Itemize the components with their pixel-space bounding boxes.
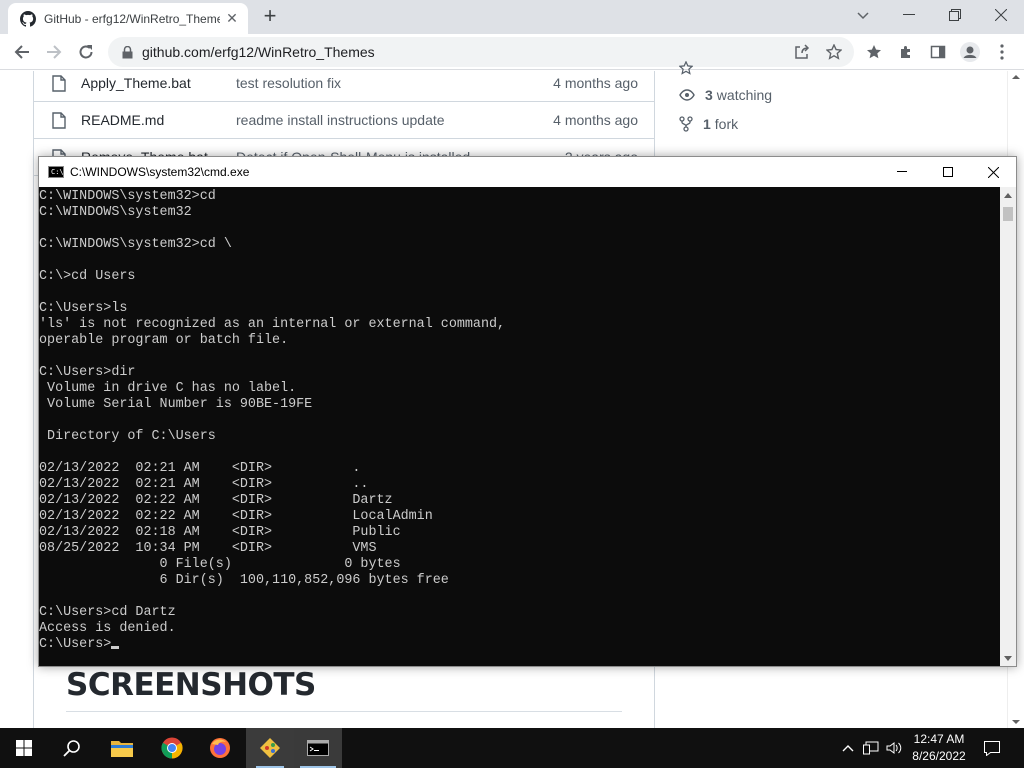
share-icon[interactable] xyxy=(790,40,814,64)
bookmark-star-icon[interactable] xyxy=(822,40,846,64)
watchers-link[interactable]: 3 watching xyxy=(679,87,772,103)
browser-restore-button[interactable] xyxy=(932,0,978,30)
lock-icon[interactable] xyxy=(120,45,134,59)
cmd-close-button[interactable] xyxy=(970,157,1016,187)
commit-age: 4 months ago xyxy=(553,112,638,128)
commit-message[interactable]: readme install instructions update xyxy=(236,112,445,128)
url-text: github.com/erfg12/WinRetro_Themes xyxy=(142,44,375,60)
browser-tab-github[interactable]: GitHub - erfg12/WinRetro_Themes ✕ xyxy=(8,3,248,34)
cmd-scrollbar[interactable] xyxy=(1000,187,1016,666)
search-icon[interactable] xyxy=(48,728,96,768)
file-row[interactable]: README.md readme install instructions up… xyxy=(34,102,654,139)
file-explorer-icon[interactable] xyxy=(98,728,146,768)
tab-title: GitHub - erfg12/WinRetro_Themes xyxy=(44,11,220,26)
fork-label: fork xyxy=(714,116,739,132)
fork-icon xyxy=(679,116,693,132)
browser-close-button[interactable] xyxy=(978,0,1024,30)
clock-date: 8/26/2022 xyxy=(912,749,966,763)
github-icon xyxy=(20,10,36,27)
tab-close-icon[interactable]: ✕ xyxy=(224,10,240,27)
screenshots-heading: SCREENSHOTS xyxy=(66,667,316,703)
file-name[interactable]: README.md xyxy=(81,112,164,128)
console-output[interactable]: C:\WINDOWS\system32>cd C:\WINDOWS\system… xyxy=(39,187,1000,666)
cmd-minimize-button[interactable] xyxy=(879,157,925,187)
reload-icon[interactable] xyxy=(74,40,98,64)
console-text: C:\WINDOWS\system32>cd C:\WINDOWS\system… xyxy=(39,189,506,636)
notifications-icon[interactable] xyxy=(982,738,1002,758)
cmd-title-bar[interactable]: C:\ C:\WINDOWS\system32\cmd.exe xyxy=(39,157,1016,187)
network-icon[interactable] xyxy=(861,738,881,758)
cmd-scroll-thumb[interactable] xyxy=(1003,207,1013,221)
heading-divider xyxy=(66,711,622,712)
desktop: GitHub - erfg12/WinRetro_Themes ✕ + gith… xyxy=(0,0,1024,768)
cmd-scroll-up-icon[interactable] xyxy=(1000,187,1016,203)
system-clock[interactable]: 12:47 AM 8/26/2022 xyxy=(903,731,975,765)
fork-count: 1 xyxy=(703,116,711,132)
bookmarks-star-filled-icon[interactable] xyxy=(862,40,886,64)
commit-message[interactable]: test resolution fix xyxy=(236,75,341,91)
console-prompt: C:\Users> xyxy=(39,637,112,652)
side-panel-icon[interactable] xyxy=(926,40,950,64)
chrome-icon[interactable] xyxy=(148,728,196,768)
browser-menu-kebab-icon[interactable] xyxy=(990,40,1014,64)
clock-time: 12:47 AM xyxy=(913,732,965,746)
file-icon xyxy=(52,112,66,129)
cmd-window[interactable]: C:\ C:\WINDOWS\system32\cmd.exe C:\WINDO… xyxy=(38,156,1017,667)
browser-minimize-button[interactable] xyxy=(886,0,932,30)
scroll-down-arrow-icon[interactable] xyxy=(1012,719,1020,725)
cmd-taskbar-icon[interactable] xyxy=(294,728,342,768)
browser-tab-strip: GitHub - erfg12/WinRetro_Themes ✕ + xyxy=(0,0,1024,34)
show-hidden-icons-chevron-icon[interactable] xyxy=(838,738,858,758)
forward-arrow-icon[interactable] xyxy=(42,40,66,64)
git-app-icon[interactable] xyxy=(246,728,294,768)
watching-count: 3 xyxy=(705,87,713,103)
file-name[interactable]: Apply_Theme.bat xyxy=(81,75,191,91)
back-arrow-icon[interactable] xyxy=(10,40,34,64)
star-icon-partial xyxy=(679,61,703,75)
new-tab-button[interactable]: + xyxy=(258,5,282,29)
profile-avatar-icon[interactable] xyxy=(958,40,982,64)
cmd-window-title: C:\WINDOWS\system32\cmd.exe xyxy=(70,165,250,179)
commit-age: 4 months ago xyxy=(553,75,638,91)
scroll-up-arrow-icon[interactable] xyxy=(1012,74,1020,80)
file-icon xyxy=(52,75,66,92)
cmd-app-icon: C:\ xyxy=(48,166,64,178)
firefox-icon[interactable] xyxy=(196,728,244,768)
tab-search-icon[interactable] xyxy=(852,5,874,27)
file-row[interactable]: Apply_Theme.bat test resolution fix 4 mo… xyxy=(34,65,654,102)
start-windows-icon[interactable] xyxy=(0,728,48,768)
taskbar: 12:47 AM 8/26/2022 xyxy=(0,728,1024,768)
cmd-scroll-down-icon[interactable] xyxy=(1000,650,1016,666)
extensions-puzzle-icon[interactable] xyxy=(894,40,918,64)
eye-icon xyxy=(679,89,695,101)
volume-icon[interactable] xyxy=(884,738,904,758)
address-bar[interactable]: github.com/erfg12/WinRetro_Themes xyxy=(108,37,854,67)
watching-label: watching xyxy=(716,87,773,103)
cmd-maximize-button[interactable] xyxy=(925,157,971,187)
forks-link[interactable]: 1 fork xyxy=(679,116,738,132)
text-cursor xyxy=(111,646,120,649)
